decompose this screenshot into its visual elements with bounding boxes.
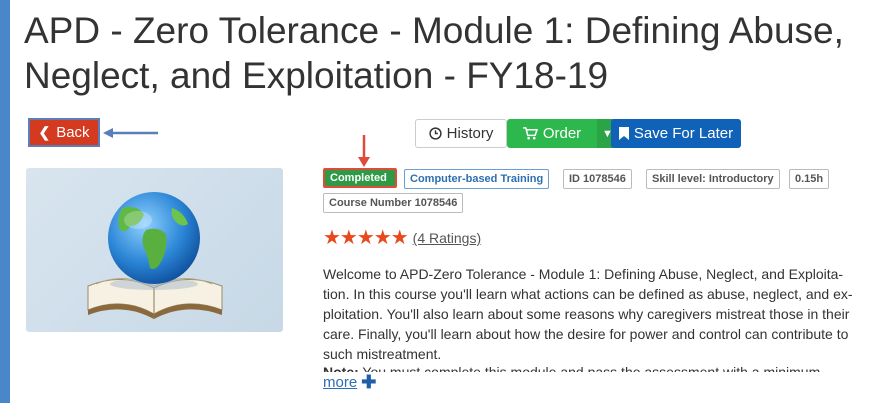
order-button[interactable]: Order <box>507 119 597 148</box>
plus-icon: ✚ <box>361 372 377 392</box>
clock-icon <box>429 127 442 140</box>
note-label: Note: <box>323 364 359 372</box>
description-line: care. Finally, you'll learn about how th… <box>323 326 849 342</box>
course-detail-panel: APD - Zero Tolerance - Module 1: Definin… <box>10 0 886 403</box>
star-rating-icon: ★★★★★ <box>323 227 409 249</box>
description-line: such mistreatment. <box>323 346 442 362</box>
description-line: tion. In this course you'll learn what a… <box>323 286 853 302</box>
ratings-link[interactable]: (4 Ratings) <box>413 230 481 246</box>
course-description: Welcome to APD-Zero Tolerance - Module 1… <box>323 264 886 364</box>
globe-book-icon <box>87 192 223 319</box>
course-number-badge: Course Number 1078546 <box>323 193 464 213</box>
page-title: APD - Zero Tolerance - Module 1: Definin… <box>24 8 886 98</box>
description-line: ploitation. You'll also learn about some… <box>323 306 850 322</box>
bookmark-icon <box>618 127 629 140</box>
cart-icon <box>522 127 538 140</box>
course-note: Note: You must complete this module and … <box>323 362 886 372</box>
hours-badge: 0.15h <box>789 169 830 189</box>
status-badge: Completed <box>323 168 397 188</box>
page-title-line-1: APD - Zero Tolerance - Module 1: Definin… <box>24 10 844 51</box>
annotation-arrow-left-icon <box>103 128 158 138</box>
save-for-later-label: Save For Later <box>633 125 734 142</box>
type-badge[interactable]: Computer-based Training <box>404 169 550 189</box>
id-badge: ID 1078546 <box>563 169 632 189</box>
rating: ★★★★★ (4 Ratings) <box>323 228 481 248</box>
history-button-label: History <box>446 125 494 142</box>
skill-level-badge: Skill level: Introductory <box>646 169 780 189</box>
show-more-link[interactable]: more ✚ <box>323 372 376 393</box>
description-line: Welcome to APD-Zero Tolerance - Module 1… <box>323 266 844 282</box>
course-cover-image <box>26 168 283 332</box>
order-button-label: Order <box>542 125 582 142</box>
annotation-arrow-down-icon <box>358 135 370 167</box>
note-text: You must complete this module and pass t… <box>358 364 821 372</box>
save-for-later-button[interactable]: Save For Later <box>611 119 741 148</box>
page-title-line-2: Neglect, and Exploitation - FY18-19 <box>24 55 609 96</box>
back-button-label: Back <box>56 124 90 141</box>
show-more-label: more <box>323 374 358 391</box>
chevron-left-icon: ❮ <box>38 124 51 140</box>
back-button[interactable]: ❮ Back <box>28 118 100 147</box>
history-button[interactable]: History <box>415 119 507 148</box>
